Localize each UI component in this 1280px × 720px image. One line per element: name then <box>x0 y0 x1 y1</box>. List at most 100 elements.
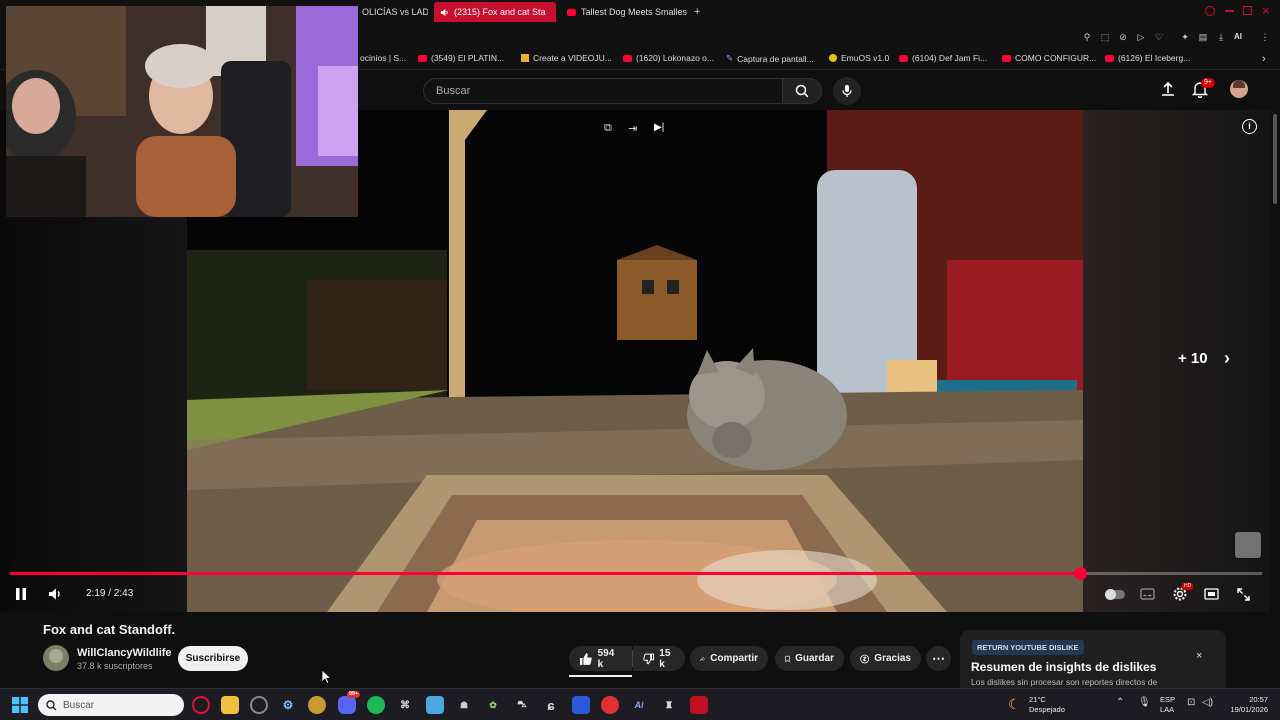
chevron-up-icon[interactable]: ⌃ <box>1116 697 1124 708</box>
play-icon[interactable]: ▷ <box>1136 32 1146 42</box>
weather-temp: 21°C <box>1029 695 1046 704</box>
file-explorer-icon[interactable] <box>221 696 239 714</box>
clock-date[interactable]: 19/01/2026 <box>1218 705 1268 715</box>
upload-button[interactable] <box>1160 81 1176 102</box>
more-actions-button[interactable]: ⋯ <box>926 646 951 671</box>
bookmark-item[interactable]: COMO CONFIGUR... <box>1002 53 1096 63</box>
scrollbar-thumb[interactable] <box>1273 114 1277 204</box>
share-button[interactable]: Compartir <box>690 646 768 671</box>
extensions-icon[interactable]: ✦ <box>1180 32 1190 42</box>
ai-button[interactable]: AI <box>1234 32 1242 41</box>
maximize-icon[interactable] <box>1243 6 1252 15</box>
language-code[interactable]: ESP <box>1160 695 1175 705</box>
dislike-insights-panel: RETURN YOUTUBE DISLIKE Resumen de insigh… <box>960 630 1226 688</box>
bitwarden-app-icon[interactable] <box>572 696 590 714</box>
save-button[interactable]: Guardar <box>775 646 844 671</box>
keyboard-layout[interactable]: LAA <box>1160 705 1174 715</box>
channel-name[interactable]: WillClancyWildlife <box>77 647 172 659</box>
voice-search-button[interactable] <box>833 77 861 105</box>
chevron-right-icon[interactable]: › <box>1224 348 1230 369</box>
opera-app-icon[interactable] <box>192 696 210 714</box>
search-tabs-icon[interactable] <box>1205 6 1215 16</box>
bookmark-item[interactable]: ocinios | S... <box>360 53 406 63</box>
pause-button[interactable] <box>12 585 30 603</box>
close-window-icon[interactable]: × <box>1262 3 1270 18</box>
app-icon[interactable] <box>308 696 326 714</box>
theater-mode-button[interactable] <box>1202 585 1220 603</box>
screenshot-icon[interactable]: ⬚ <box>1100 32 1110 42</box>
bookmark-item[interactable]: (6104) Def Jam Fi... <box>899 53 987 63</box>
app-icon[interactable]: ☗ <box>455 696 473 714</box>
tab-tallest-dog[interactable]: Tallest Dog Meets Smalles <box>561 2 687 22</box>
app-icon[interactable]: ɕ <box>542 696 560 714</box>
toggle-track <box>1105 588 1125 600</box>
windows-start-button[interactable] <box>12 697 28 713</box>
new-tab-button[interactable]: + <box>688 2 706 22</box>
spotify-app-icon[interactable] <box>367 696 385 714</box>
tab-policias[interactable]: OLICÍAS vs LADR <box>356 2 428 22</box>
bookmark-item[interactable]: (3549) El PLATIN... <box>418 53 504 63</box>
fullscreen-icon <box>1236 587 1250 601</box>
bookmark-item[interactable]: (1620) Lokonazo o... <box>623 53 714 63</box>
channel-avatar[interactable] <box>43 645 69 671</box>
steam-app-icon[interactable]: ⚙ <box>279 696 297 714</box>
download-icon[interactable]: ⤓ <box>1216 32 1226 42</box>
bookmark-item[interactable]: EmuOS v1.0 <box>829 53 889 63</box>
cast-icon[interactable]: ⇥ <box>628 122 637 135</box>
app-icon[interactable]: ♜ <box>660 696 678 714</box>
menu-icon[interactable]: ⋮ <box>1260 32 1270 42</box>
dislike-button[interactable]: 15 k <box>633 646 685 671</box>
page-scrollbar[interactable] <box>1270 110 1280 688</box>
app-icon[interactable] <box>601 696 619 714</box>
mute-button[interactable] <box>46 585 64 603</box>
app-icon[interactable] <box>690 696 708 714</box>
bookmark-item[interactable]: Create a VIDEOJU... <box>521 53 612 63</box>
bookmark-item[interactable]: ✎ Captura de pantall... <box>726 53 814 64</box>
sidebar-icon[interactable]: ▤ <box>1198 32 1208 42</box>
site-icon <box>521 54 529 62</box>
heart-icon[interactable]: ♡ <box>1154 32 1164 42</box>
clock-time[interactable]: 20:57 <box>1222 695 1268 705</box>
network-icon[interactable]: ⊡ <box>1187 697 1195 708</box>
app-icon[interactable]: Ai <box>630 696 648 714</box>
close-icon[interactable]: × <box>1196 650 1202 662</box>
discord-app-icon[interactable]: 99+ <box>338 691 361 714</box>
block-icon[interactable]: ⊘ <box>1118 32 1128 42</box>
taskbar: Buscar ⚙ 99+ ⌘ ☗ ✿ ⛍ ɕ Ai ♜ ☾ 21°C Despe… <box>0 688 1280 720</box>
info-icon[interactable]: i <box>1242 119 1257 134</box>
app-icon[interactable]: ⌘ <box>396 696 414 714</box>
search-input[interactable]: Buscar <box>423 78 783 104</box>
notepad-app-icon[interactable] <box>426 696 444 714</box>
search-button[interactable] <box>782 78 822 104</box>
next-video-icon[interactable]: ▶| <box>654 122 664 133</box>
tab-label: (2315) Fox and cat Sta <box>454 7 546 17</box>
fullscreen-button[interactable] <box>1234 585 1252 603</box>
volume-icon[interactable]: ◁) <box>1202 697 1213 708</box>
skip-forward-button[interactable]: + 10 <box>1178 350 1208 367</box>
theater-icon <box>1203 588 1219 600</box>
bookmark-item[interactable]: (6126) El Iceberg... <box>1105 53 1190 63</box>
miniplayer-icon[interactable]: ⧉ <box>604 122 612 135</box>
moon-icon: ☾ <box>1008 696 1021 712</box>
toggle-thumb <box>1105 588 1116 600</box>
thanks-button[interactable]: Gracias <box>850 646 921 671</box>
more-bookmarks-icon[interactable]: › <box>1262 53 1266 65</box>
chrome-app-icon[interactable] <box>250 696 268 714</box>
pin-icon[interactable]: ⚲ <box>1082 32 1092 42</box>
subtitles-button[interactable] <box>1138 585 1156 603</box>
minimize-icon[interactable] <box>1225 10 1234 12</box>
subscribe-button[interactable]: Suscribirse <box>178 646 248 671</box>
autoplay-toggle[interactable] <box>1104 585 1126 603</box>
channel-watermark[interactable] <box>1235 532 1261 558</box>
taskbar-search-input[interactable]: Buscar <box>38 694 184 716</box>
tab-fox-and-cat[interactable]: (2315) Fox and cat Sta <box>434 2 556 22</box>
like-button[interactable]: 594 k <box>569 646 632 671</box>
notifications-button[interactable]: 9+ <box>1191 78 1215 103</box>
progress-bar[interactable] <box>10 567 1262 580</box>
microphone-icon[interactable]: 🎙 <box>1138 697 1151 708</box>
app-icon[interactable]: ⛍ <box>513 696 531 714</box>
settings-button[interactable]: HD <box>1170 583 1194 603</box>
avatar[interactable] <box>1230 80 1248 98</box>
app-icon[interactable]: ✿ <box>484 696 502 714</box>
youtube-icon <box>418 54 427 62</box>
